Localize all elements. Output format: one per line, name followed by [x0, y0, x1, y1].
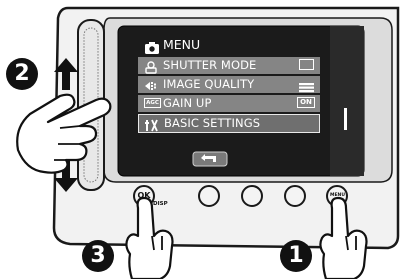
function-button-1[interactable]	[198, 185, 220, 207]
lcd-right-panel	[330, 26, 364, 176]
menu-item-gain-up[interactable]: AGC GAIN UP ON	[138, 95, 320, 112]
agc-icon: AGC	[144, 98, 161, 108]
menu-item-label: GAIN UP	[163, 96, 212, 110]
ok-button-label: OK	[137, 191, 151, 200]
menu-title: MENU	[163, 37, 201, 52]
menu-item-shutter-mode[interactable]: SHUTTER MODE	[138, 57, 320, 74]
quality-bars-icon	[299, 78, 314, 93]
menu-scrollbar[interactable]	[344, 108, 347, 130]
menu-button-label: MENU	[330, 193, 345, 198]
shutter-option-icon	[299, 59, 314, 70]
disp-label: DISP	[153, 201, 168, 207]
step-3-badge: 3	[82, 240, 114, 272]
menu-item-label: SHUTTER MODE	[163, 58, 257, 72]
image-quality-icon	[144, 78, 158, 91]
basic-settings-icon	[145, 117, 159, 132]
menu-item-label: IMAGE QUALITY	[163, 77, 255, 91]
function-button-2[interactable]	[241, 185, 263, 207]
step-1-badge: 1	[280, 240, 312, 272]
camera-illustration: MENU SHUTTER MODE IMAGE QUALITY AGC GAIN…	[0, 0, 402, 279]
menu-item-image-quality[interactable]: IMAGE QUALITY	[138, 76, 320, 93]
menu-item-basic-settings[interactable]: BASIC SETTINGS	[138, 114, 320, 133]
shutter-mode-icon	[144, 59, 158, 74]
step-2-badge: 2	[6, 58, 38, 90]
camera-icon	[145, 39, 159, 54]
gain-value-badge: ON	[297, 97, 315, 108]
function-button-3[interactable]	[284, 185, 306, 207]
menu-item-label: BASIC SETTINGS	[164, 116, 261, 130]
